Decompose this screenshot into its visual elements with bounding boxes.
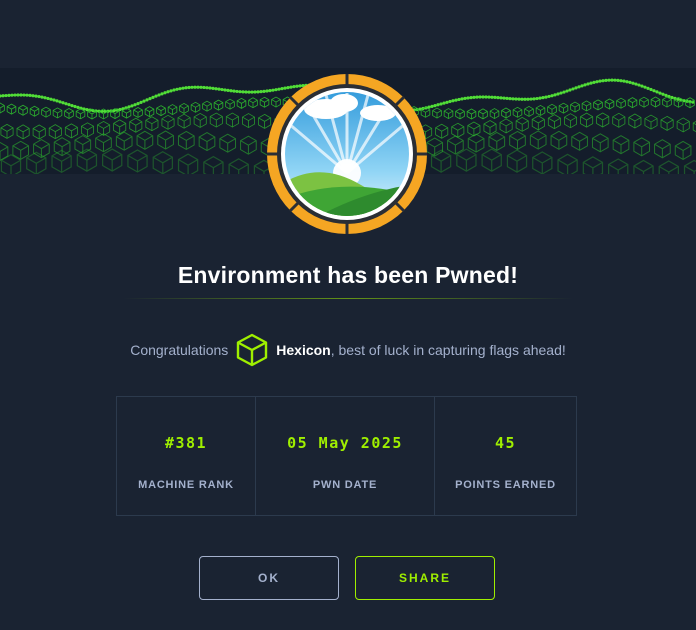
stat-points-earned: 45 POINTS EARNED — [435, 397, 576, 515]
congrats-suffix: , best of luck in capturing flags ahead! — [330, 342, 566, 358]
machine-badge-icon — [266, 73, 428, 235]
congrats-message: Congratulations Hexicon , best of luck i… — [0, 330, 696, 370]
htb-cube-icon — [237, 333, 268, 367]
stat-pwn-date: 05 May 2025 PWN DATE — [256, 397, 435, 515]
stat-value: 45 — [494, 434, 517, 452]
stat-machine-rank: #381 MACHINE RANK — [117, 397, 256, 515]
ok-button[interactable]: OK — [199, 556, 339, 600]
congrats-prefix: Congratulations — [130, 342, 229, 358]
share-button[interactable]: SHARE — [355, 556, 495, 600]
stat-label: PWN DATE — [312, 479, 378, 491]
stats-panel: #381 MACHINE RANK 05 May 2025 PWN DATE 4… — [116, 396, 577, 516]
stat-value: 05 May 2025 — [287, 434, 403, 452]
stat-value: #381 — [164, 434, 208, 452]
stat-label: MACHINE RANK — [138, 479, 234, 491]
title-divider — [123, 298, 573, 299]
stat-label: POINTS EARNED — [455, 479, 556, 491]
dialog-title: Environment has been Pwned! — [177, 262, 519, 288]
username: Hexicon — [276, 342, 331, 358]
